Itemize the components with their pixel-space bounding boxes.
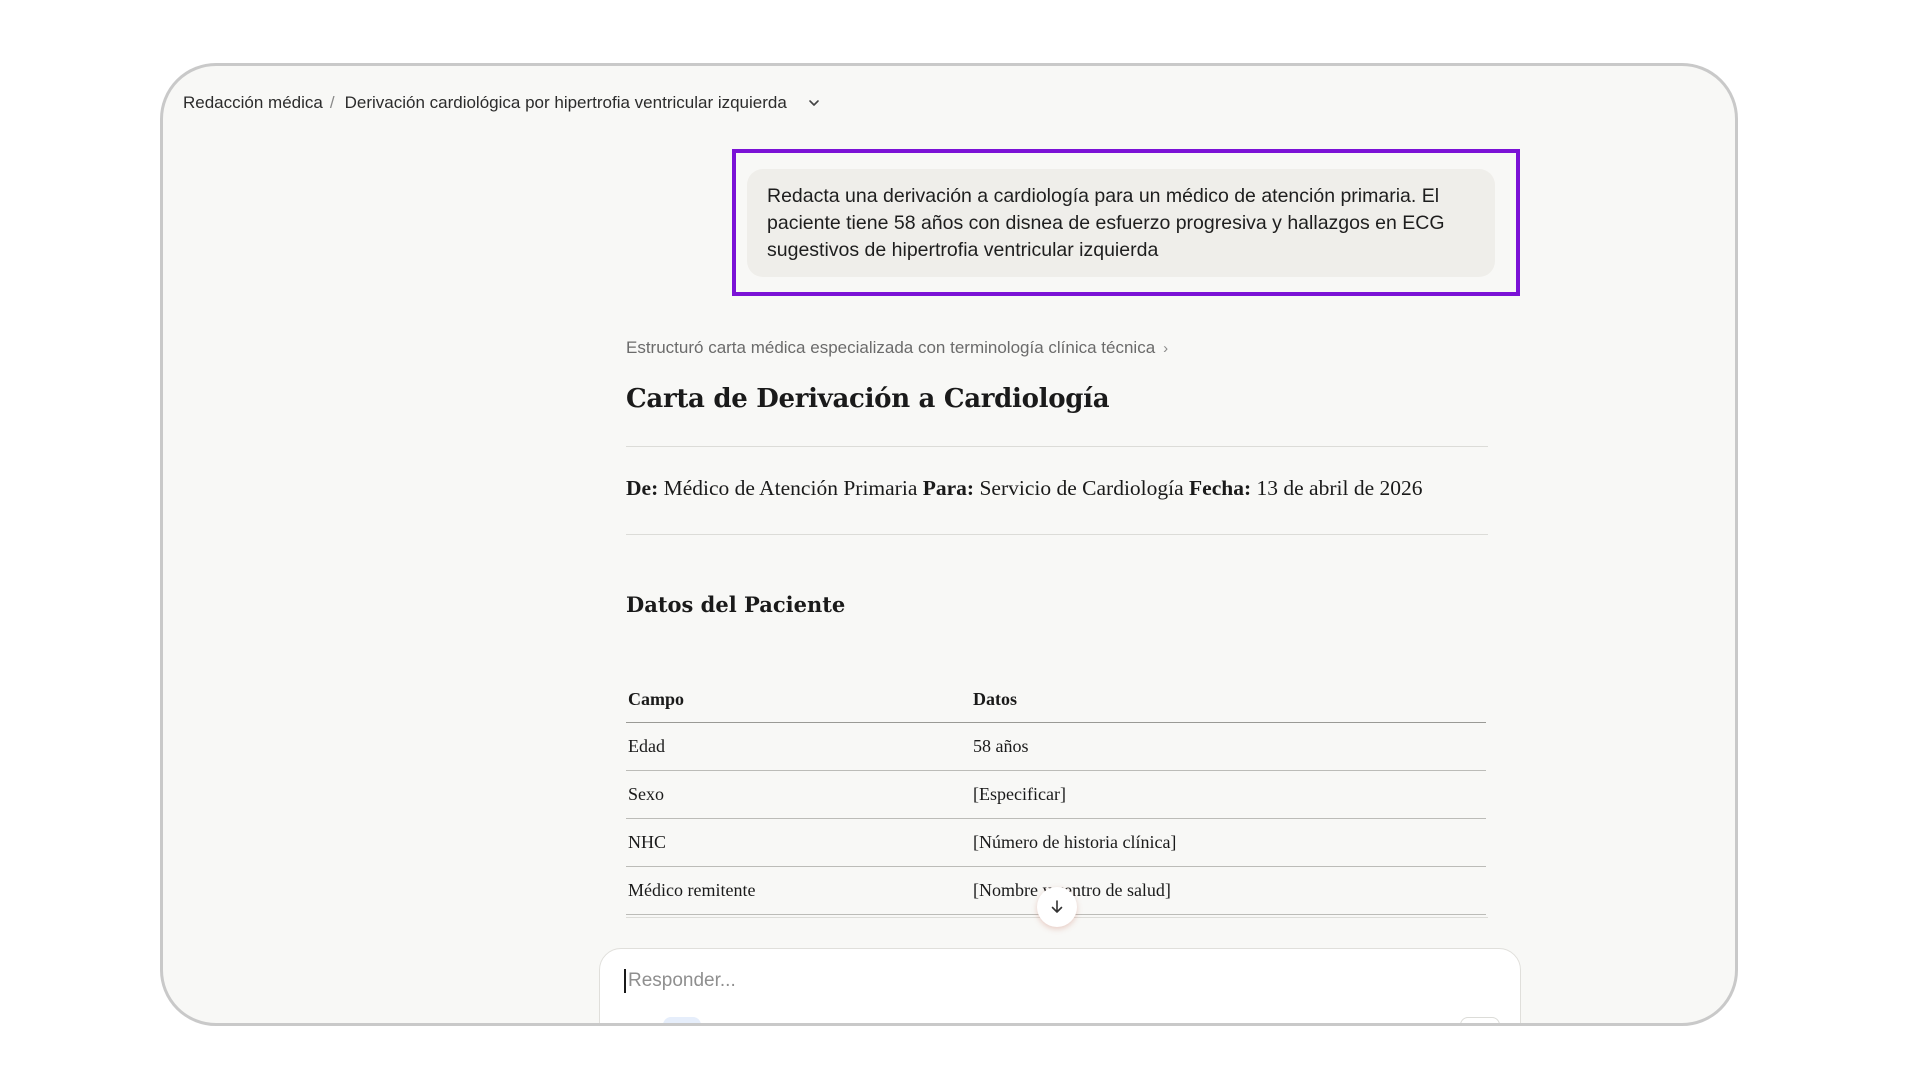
- meta-from-value: Médico de Atención Primaria: [663, 476, 918, 500]
- table-cell: NHC: [626, 818, 971, 867]
- reply-input[interactable]: [624, 969, 1490, 993]
- chevron-down-icon[interactable]: [807, 96, 821, 110]
- table-cell: Sexo: [626, 770, 971, 819]
- divider: [626, 446, 1488, 447]
- scroll-to-bottom-button[interactable]: [1037, 887, 1077, 927]
- send-button[interactable]: [1460, 1017, 1500, 1023]
- breadcrumb-separator: /: [329, 93, 335, 112]
- table-cell: Edad: [626, 722, 971, 771]
- app-window: Redacción médica / Derivación cardiológi…: [160, 63, 1738, 1026]
- table-cell: [Número de historia clínica]: [971, 818, 1486, 867]
- thinking-summary-text: Estructuró carta médica especializada co…: [626, 338, 1156, 357]
- table-cell: [Especificar]: [971, 770, 1486, 819]
- thinking-summary[interactable]: Estructuró carta médica especializada co…: [626, 338, 1168, 358]
- breadcrumb-root[interactable]: Redacción médica: [183, 93, 323, 113]
- document-meta: De: Médico de Atención Primaria Para: Se…: [626, 476, 1423, 501]
- attach-button[interactable]: [663, 1017, 701, 1023]
- divider: [626, 534, 1488, 535]
- table-row: Edad 58 años: [626, 722, 1486, 771]
- table-cell: Médico remitente: [626, 866, 971, 915]
- document-title: Carta de Derivación a Cardiología: [626, 384, 1110, 414]
- patient-table: Campo Datos Edad 58 años Sexo [Especific…: [626, 676, 1486, 915]
- table-row: NHC [Número de historia clínica]: [626, 818, 1486, 867]
- column-header: Datos: [971, 676, 1486, 723]
- arrow-down-icon: [1051, 900, 1063, 913]
- breadcrumb: Redacción médica / Derivación cardiológi…: [183, 78, 821, 128]
- table-cell: 58 años: [971, 722, 1486, 771]
- meta-date-label: Fecha:: [1189, 476, 1252, 500]
- chevron-right-icon: ›: [1163, 339, 1169, 357]
- meta-from-label: De:: [626, 476, 659, 500]
- table-row: Sexo [Especificar]: [626, 770, 1486, 819]
- meta-date-value: 13 de abril de 2026: [1256, 476, 1423, 500]
- meta-to-value: Servicio de Cardiología: [979, 476, 1184, 500]
- section-title: Datos del Paciente: [626, 592, 846, 617]
- user-message-bubble: Redacta una derivación a cardiología par…: [747, 169, 1495, 277]
- column-header: Campo: [626, 676, 971, 723]
- reply-composer: [599, 948, 1521, 1023]
- meta-to-label: Para:: [922, 476, 975, 500]
- table-header-row: Campo Datos: [626, 676, 1486, 723]
- breadcrumb-current[interactable]: Derivación cardiológica por hipertrofia …: [345, 93, 787, 113]
